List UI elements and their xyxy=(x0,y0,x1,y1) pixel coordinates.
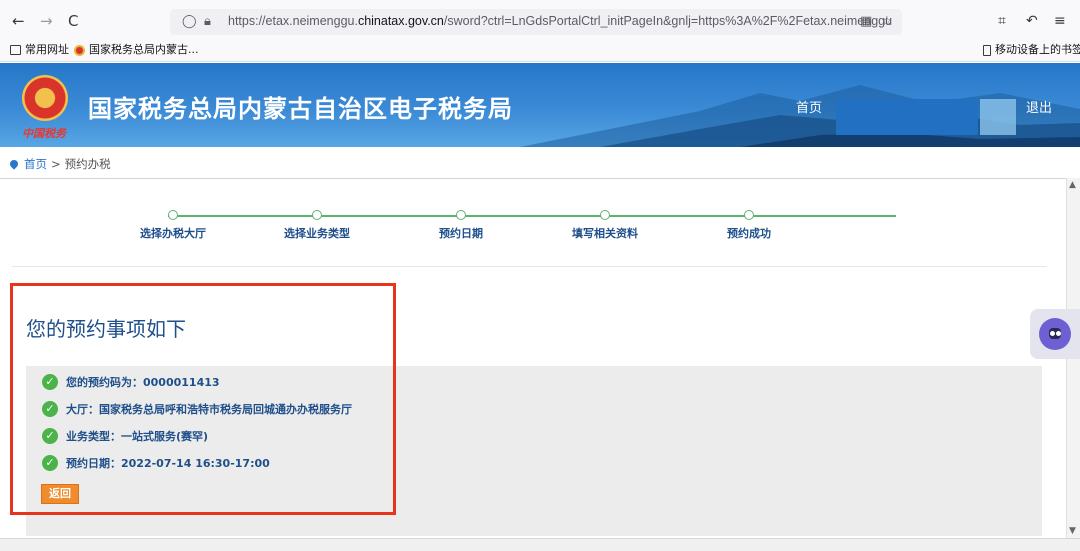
bookmark-common[interactable]: 常用网址 xyxy=(10,42,69,58)
detail-row-date: ✓ 预约日期：2022-07-14 16:30-17:00 xyxy=(42,455,270,471)
site-banner: 中国税务 国家税务总局内蒙古自治区电子税务局 首页 退出 xyxy=(0,63,1080,147)
detail-row-business-type: ✓ 业务类型：一站式服务(赛罕) xyxy=(42,428,208,444)
breadcrumb-home[interactable]: 首页 xyxy=(24,156,47,172)
national-emblem-icon xyxy=(22,75,68,121)
mobile-icon xyxy=(983,44,991,56)
site-title: 国家税务总局内蒙古自治区电子税务局 xyxy=(88,95,513,123)
url-text: https://etax.neimenggu.chinatax.gov.cn/s… xyxy=(228,14,893,28)
scroll-up-icon[interactable]: ▲ xyxy=(1069,180,1076,190)
status-bar xyxy=(0,538,1080,551)
step-dot xyxy=(456,210,466,220)
assistant-robot-button[interactable] xyxy=(1030,309,1080,359)
forward-arrow-icon[interactable]: → xyxy=(40,13,53,29)
browser-chrome: ← → C ◯ 🔒︎ https://etax.neimenggu.chinat… xyxy=(0,0,1080,62)
breadcrumb: 首页 > 预约办税 xyxy=(8,156,111,172)
location-pin-icon xyxy=(8,158,20,170)
shield-icon: ◯ xyxy=(182,14,197,29)
step-fill-info: 填写相关资料 xyxy=(545,210,665,241)
back-button[interactable]: 返回 xyxy=(41,484,79,504)
lock-icon: 🔒︎ xyxy=(204,14,211,29)
crop-icon[interactable]: ⌗ xyxy=(998,13,1006,29)
folder-icon xyxy=(10,45,21,55)
result-title: 您的预约事项如下 xyxy=(26,317,186,341)
scroll-down-icon[interactable]: ▼ xyxy=(1069,526,1076,536)
step-dot xyxy=(168,210,178,220)
step-dot xyxy=(744,210,754,220)
undo-icon[interactable]: ↶ xyxy=(1026,13,1038,29)
step-select-hall: 选择办税大厅 xyxy=(113,210,233,241)
bookmark-tax-bureau[interactable]: 国家税务总局内蒙古... xyxy=(74,42,199,58)
step-dot xyxy=(600,210,610,220)
step-business-type: 选择业务类型 xyxy=(257,210,377,241)
check-circle-icon: ✓ xyxy=(42,455,58,471)
signature-logo: 中国税务 xyxy=(22,127,66,140)
star-icon[interactable]: ☆ xyxy=(881,14,893,29)
bookmark-mobile[interactable]: 移动设备上的书签 xyxy=(983,42,1080,58)
appointment-details-panel: ✓ 您的预约码为：0000011413 ✓ 大厅：国家税务总局呼和浩特市税务局回… xyxy=(26,366,1042,536)
check-circle-icon: ✓ xyxy=(42,428,58,444)
breadcrumb-current: 预约办税 xyxy=(64,157,111,171)
detail-row-code: ✓ 您的预约码为：0000011413 xyxy=(42,374,220,390)
detail-row-hall: ✓ 大厅：国家税务总局呼和浩特市税务局回城通办办税服务厅 xyxy=(42,401,352,417)
step-appointment-date: 预约日期 xyxy=(401,210,521,241)
menu-icon[interactable]: ≡ xyxy=(1054,13,1066,29)
redacted-block xyxy=(980,99,1016,135)
check-circle-icon: ✓ xyxy=(42,401,58,417)
redacted-user-area xyxy=(836,99,978,135)
emblem-icon xyxy=(74,44,85,56)
nav-home-link[interactable]: 首页 xyxy=(796,97,822,116)
back-arrow-icon[interactable]: ← xyxy=(12,13,25,29)
robot-icon xyxy=(1039,318,1071,350)
qr-code-icon[interactable]: ▦ xyxy=(860,14,872,29)
step-dot xyxy=(312,210,322,220)
check-circle-icon: ✓ xyxy=(42,374,58,390)
divider xyxy=(12,266,1047,267)
logout-link[interactable]: 退出 xyxy=(1026,97,1052,116)
reload-icon[interactable]: C xyxy=(68,13,78,29)
step-success: 预约成功 xyxy=(689,210,809,241)
breadcrumb-separator: > xyxy=(51,157,61,171)
address-bar[interactable]: ◯ 🔒︎ https://etax.neimenggu.chinatax.gov… xyxy=(170,9,902,35)
progress-steps: 选择办税大厅 选择业务类型 预约日期 填写相关资料 预约成功 xyxy=(140,210,896,250)
